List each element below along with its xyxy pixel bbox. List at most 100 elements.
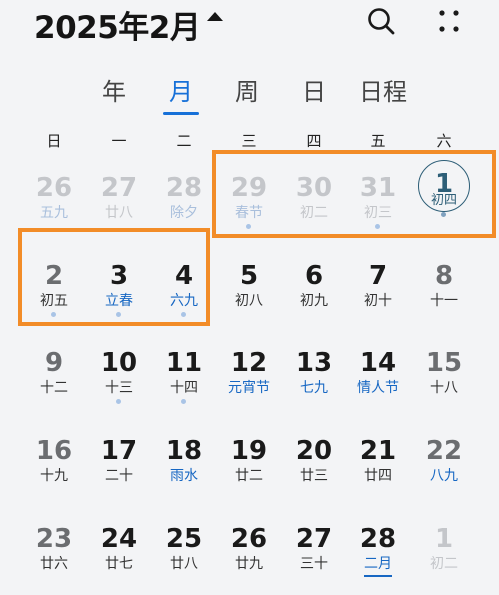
day-number: 28 [359,524,397,554]
lunar-label: 廿四 [364,468,392,484]
day-number: 18 [165,436,203,466]
tab-year[interactable]: 年 [96,72,132,112]
lunar-label: 廿九 [235,556,263,572]
day-cell[interactable]: 26 廿九 [217,523,281,595]
day-number: 5 [239,261,259,291]
tab-schedule[interactable]: 日程 [353,72,413,112]
lunar-label: 情人节 [357,380,399,396]
lunar-label: 廿三 [300,468,328,484]
day-cell[interactable]: 14 情人节 [346,347,410,419]
day-cell[interactable]: 17 二十 [87,435,151,507]
event-dot [181,399,186,404]
lunar-label: 八九 [430,468,458,484]
day-number: 26 [35,173,73,203]
day-number: 15 [425,348,463,378]
day-cell[interactable]: 23 廿六 [22,523,86,595]
day-cell[interactable]: 11 十四 [152,347,216,419]
lunar-label: 十四 [170,380,198,396]
lunar-label: 十一 [430,293,458,309]
lunar-label: 二月 [364,556,392,572]
day-number: 19 [230,436,268,466]
day-cell[interactable]: 16 十九 [22,435,86,507]
day-cell[interactable]: 8 十一 [412,260,476,332]
day-number: 17 [100,436,138,466]
lunar-label: 十二 [40,380,68,396]
weekday-label: 五 [370,132,386,150]
day-cell[interactable]: 7 初十 [346,260,410,332]
lunar-label: 除夕 [170,205,198,221]
day-number: 8 [434,261,454,291]
day-number: 27 [100,173,138,203]
day-number: 20 [295,436,333,466]
view-tabs: 年 月 周 日 日程 [0,72,499,120]
lunar-label: 十三 [105,380,133,396]
event-dot [116,399,121,404]
day-cell[interactable]: 1 初二 [412,523,476,595]
day-cell[interactable]: 24 廿七 [87,523,151,595]
lunar-label: 初九 [300,293,328,309]
month-start-underline [364,575,392,577]
day-cell[interactable]: 6 初九 [282,260,346,332]
day-cell[interactable]: 20 廿三 [282,435,346,507]
day-number: 12 [230,348,268,378]
month-title[interactable]: 2025年2月 [34,2,201,47]
day-number: 22 [425,436,463,466]
day-cell[interactable]: 5 初八 [217,260,281,332]
day-number: 25 [165,524,203,554]
highlight-box-spring-festival-week [212,150,496,238]
tab-day[interactable]: 日 [296,72,332,112]
day-number: 16 [35,436,73,466]
caret-up-icon[interactable] [207,12,223,21]
day-number: 27 [295,524,333,554]
active-tab-indicator [163,112,199,115]
day-number: 1 [434,524,454,554]
lunar-label: 五九 [40,205,68,221]
lunar-label: 廿六 [40,556,68,572]
more-icon[interactable] [436,6,462,36]
day-number: 26 [230,524,268,554]
day-number: 24 [100,524,138,554]
lunar-label: 廿二 [235,468,263,484]
day-number: 28 [165,173,203,203]
day-cell[interactable]: 19 廿二 [217,435,281,507]
lunar-label: 初八 [235,293,263,309]
day-cell[interactable]: 22 八九 [412,435,476,507]
lunar-label: 初二 [430,556,458,572]
day-cell[interactable]: 9 十二 [22,347,86,419]
day-cell[interactable]: 21 廿四 [346,435,410,507]
weekday-label: 一 [111,132,127,150]
lunar-label: 元宵节 [228,380,270,396]
weekday-label: 四 [306,132,322,150]
weekday-label: 六 [436,132,452,150]
lunar-label: 十九 [40,468,68,484]
day-number: 23 [35,524,73,554]
day-cell[interactable]: 13 七九 [282,347,346,419]
lunar-label: 初十 [364,293,392,309]
day-number: 10 [100,348,138,378]
day-number: 6 [304,261,324,291]
day-cell[interactable]: 10 十三 [87,347,151,419]
weekday-label: 日 [46,132,62,150]
day-cell[interactable]: 28 二月 [346,523,410,595]
day-cell[interactable]: 12 元宵节 [217,347,281,419]
lunar-label: 廿八 [105,205,133,221]
day-number: 11 [165,348,203,378]
day-cell[interactable]: 27 三十 [282,523,346,595]
day-number: 21 [359,436,397,466]
day-number: 13 [295,348,333,378]
search-icon[interactable] [366,6,396,36]
lunar-label: 三十 [300,556,328,572]
weekday-label: 三 [241,132,257,150]
tab-month[interactable]: 月 [163,72,199,112]
tab-week[interactable]: 周 [229,72,265,112]
lunar-label: 二十 [105,468,133,484]
day-number: 7 [368,261,388,291]
day-cell[interactable]: 15 十八 [412,347,476,419]
weekday-label: 二 [176,132,192,150]
lunar-label: 廿八 [170,556,198,572]
day-number: 14 [359,348,397,378]
day-cell[interactable]: 25 廿八 [152,523,216,595]
calendar-header: 2025年2月 [0,0,499,52]
day-cell[interactable]: 18 雨水 [152,435,216,507]
lunar-label: 十八 [430,380,458,396]
